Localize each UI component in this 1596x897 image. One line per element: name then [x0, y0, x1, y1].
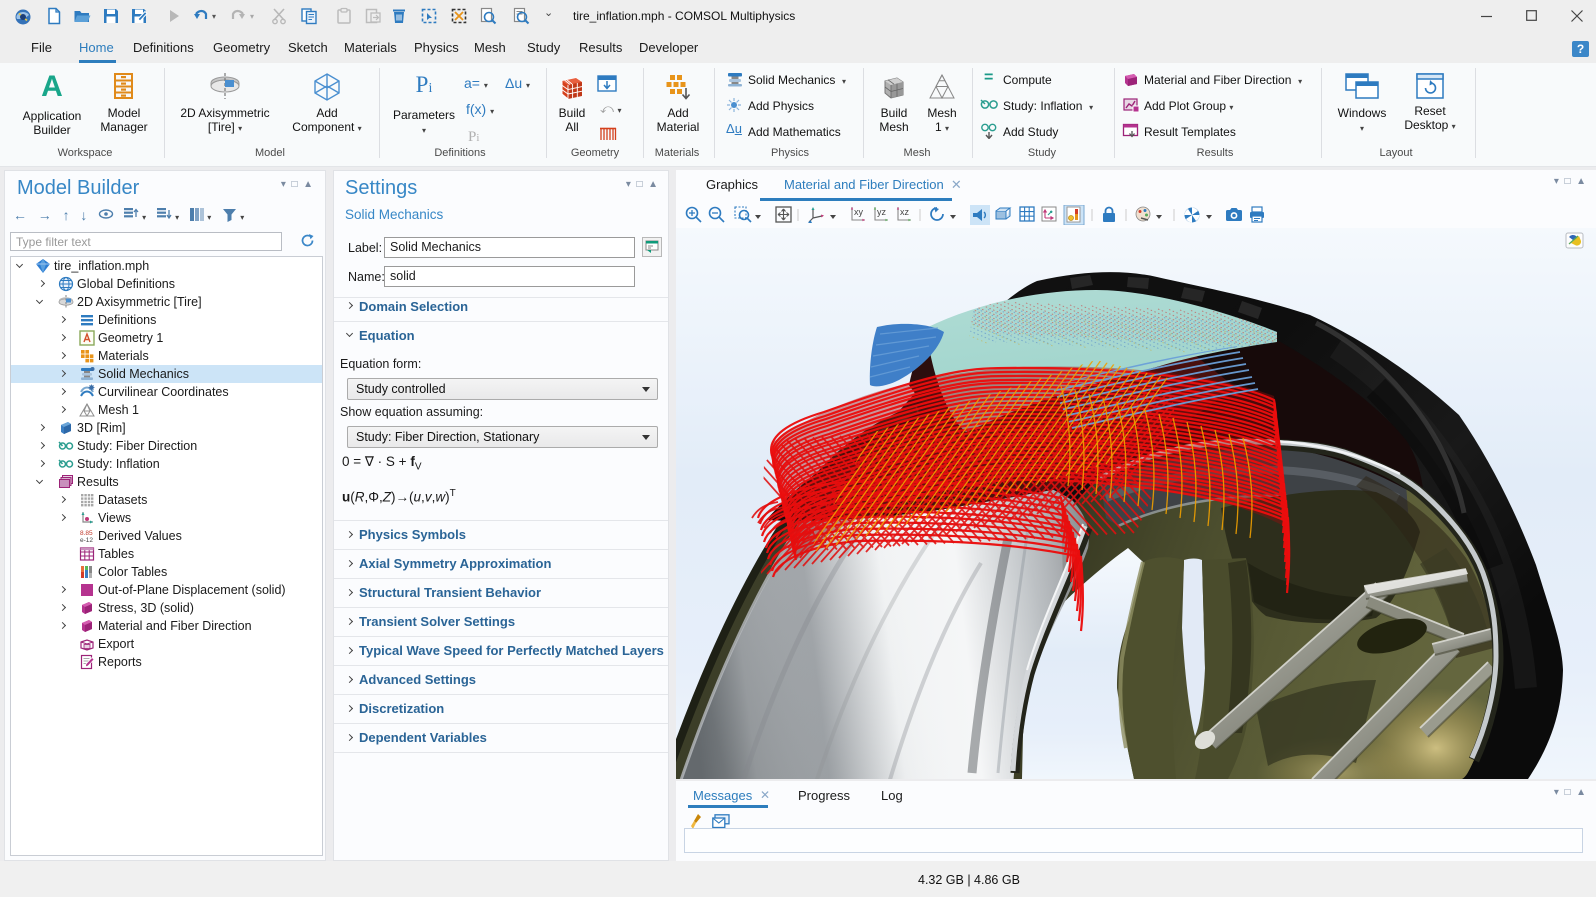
svg-text:e-12: e-12 [80, 537, 93, 544]
svg-text:xy: xy [854, 207, 864, 217]
svg-text:xz: xz [900, 207, 910, 217]
svg-text:8.85: 8.85 [80, 530, 93, 537]
svg-text:yz: yz [877, 207, 887, 217]
